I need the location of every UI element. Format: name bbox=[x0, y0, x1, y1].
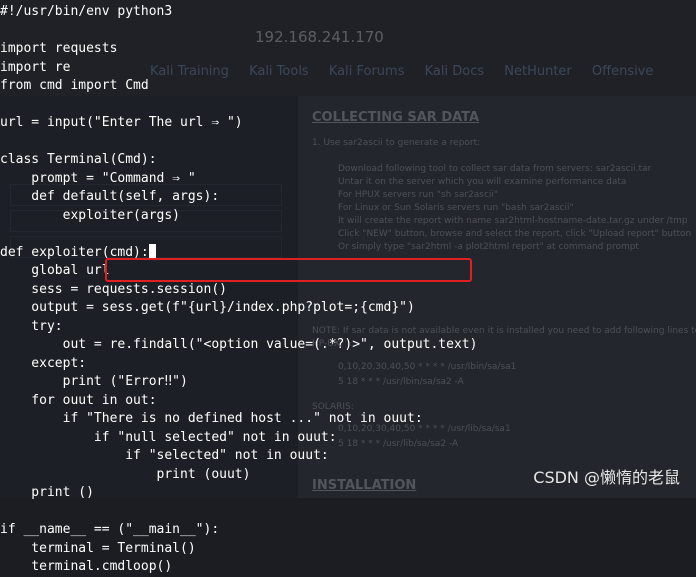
code-line: for ouut in out: bbox=[0, 392, 157, 408]
code-line: if "null selected" not in ouut: bbox=[0, 429, 337, 445]
bookmark-offensive[interactable]: Offensive bbox=[592, 64, 654, 79]
code-line: out = re.findall("<option value=(.*?)>",… bbox=[0, 337, 478, 352]
code-line: prompt = "Command ⇒ " bbox=[0, 170, 196, 186]
terminal-code-view[interactable]: #!/usr/bin/env python3 import requests i… bbox=[0, 0, 477, 577]
code-line: terminal.cmdloop() bbox=[0, 559, 173, 574]
code-line: print () bbox=[0, 485, 94, 500]
code-line: def default(self, args): bbox=[0, 189, 220, 204]
text-cursor bbox=[148, 243, 156, 258]
red-highlight-box bbox=[105, 258, 472, 282]
code-line: terminal = Terminal() bbox=[0, 540, 196, 556]
code-line: class Terminal(Cmd): bbox=[0, 152, 157, 167]
code-line: if __name__ == ("__main__"): bbox=[0, 522, 220, 537]
code-line: if "There is no defined host ..." not in… bbox=[0, 411, 423, 426]
code-line: print ("Error‼") bbox=[0, 374, 188, 389]
watermark: CSDN @懒惰的老鼠 bbox=[533, 468, 680, 487]
code-line: url = input("Enter The url ⇒ ") bbox=[0, 115, 243, 130]
code-line: sess = requests.session() bbox=[0, 281, 227, 297]
code-line: print (ouut) bbox=[0, 466, 251, 482]
code-line: if "selected" not in ouut: bbox=[0, 448, 329, 463]
code-line: #!/usr/bin/env python3 bbox=[0, 4, 173, 19]
code-line: import re bbox=[0, 59, 71, 75]
code-line: import requests bbox=[0, 41, 118, 56]
code-line-highlighted: output = sess.get(f"{url}/index.php?plot… bbox=[0, 300, 415, 315]
bookmark-nethunter[interactable]: NetHunter bbox=[504, 64, 572, 79]
code-line: from cmd import Cmd bbox=[0, 78, 149, 93]
code-line: except: bbox=[0, 355, 87, 371]
code-line: exploiter(args) bbox=[0, 207, 181, 223]
code-line: try: bbox=[0, 318, 63, 334]
